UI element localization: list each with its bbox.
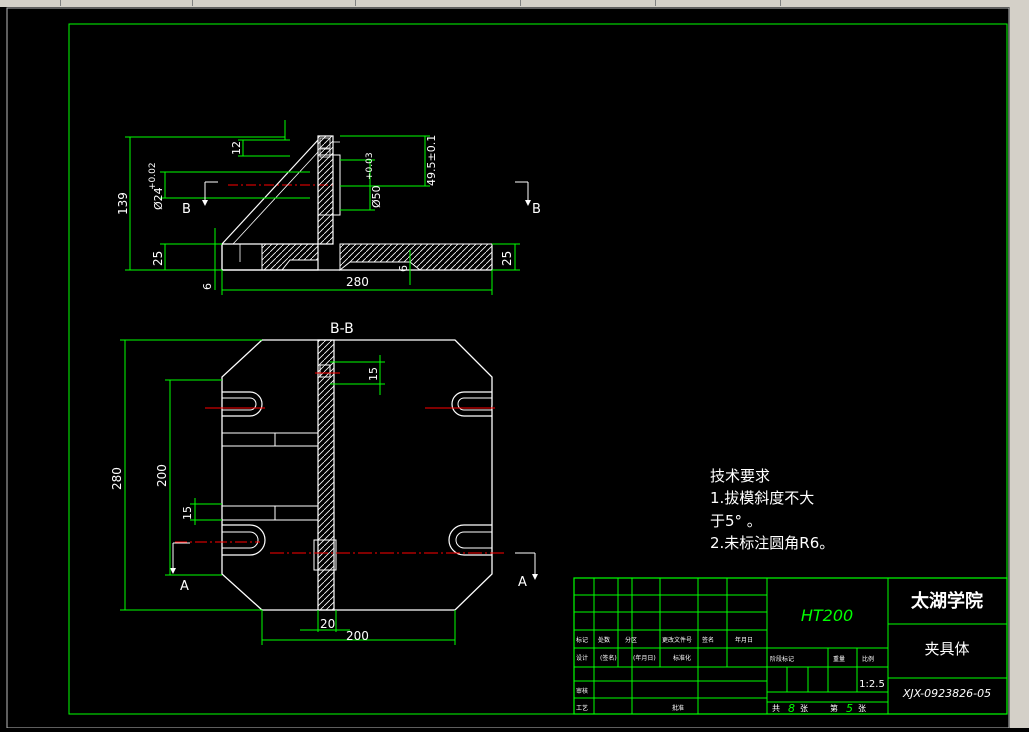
header-cell: 处数 [598,636,610,644]
dim-200-horizontal: 200 [346,629,369,643]
section-mark-b-right: B [532,202,541,217]
dim-diameter-24-tolerance: +0.02 [148,162,158,190]
design-row-cell: (签名) [600,654,617,662]
header-cell: 更改文件号 [662,636,692,644]
sheets-total-unit: 张 [800,704,808,713]
section-mark-a-right: A [518,575,527,590]
stage-header: 比例 [862,655,874,663]
dim-25-right: 25 [500,251,514,266]
drawing-number: XJX-0923826-05 [902,687,991,700]
header-cell: 分区 [625,636,637,644]
toolbar-segment[interactable] [0,0,61,6]
design-row-cell: (年月日) [633,654,656,662]
dim-200-vertical: 200 [155,464,169,487]
technical-notes: 技术要求 1.拔模斜度不大 于5° 。 2.未标注圆角R6。 [710,467,834,552]
notes-title: 技术要求 [710,467,770,485]
dim-20: 20 [320,617,335,631]
dim-15-top: 15 [367,367,380,381]
dim-6-right: 6 [397,265,410,272]
header-cell: 年月日 [735,636,753,644]
notes-line-2: 于5° 。 [710,512,762,530]
dim-49-5: 49.5±0.1 [425,135,438,186]
dim-12: 12 [230,141,243,155]
notes-line-3: 2.未标注圆角R6。 [710,534,834,552]
sheet-number-label: 第 [830,703,838,713]
header-cell: 标记 [576,636,588,644]
dim-6-left: 6 [201,283,214,290]
front-view: B B 139 25 Ø24 +0.02 12 Ø50 +0.03 49.5±0… [116,120,541,295]
toolbar-segment[interactable] [62,0,193,6]
section-mark-b-left: B [182,202,191,217]
school-name: 太湖学院 [911,590,983,612]
toolbar-segment[interactable] [205,0,356,6]
dim-diameter-50: Ø50 [370,185,383,208]
approve-label: 批准 [672,704,684,712]
sheets-total: 8 [788,702,795,715]
dim-15-bottom: 15 [181,506,194,520]
material-label: HT200 [801,606,853,625]
toolbar-strip [0,0,1029,7]
section-mark-a-left: A [180,579,189,594]
dim-139: 139 [116,192,130,215]
design-row-cell: 设计 [576,654,588,662]
section-title-bb: B-B [330,321,354,337]
dim-280-horizontal: 280 [346,275,369,289]
title-block-text: HT200 太湖学院 夹具体 XJX-0923826-05 1:2.5 共 8 … [576,590,991,715]
cad-drawing: B B 139 25 Ø24 +0.02 12 Ø50 +0.03 49.5±0… [6,7,1010,729]
sheet-border [6,7,1010,729]
review-label: 审核 [576,687,588,695]
drawing-canvas[interactable]: B B 139 25 Ø24 +0.02 12 Ø50 +0.03 49.5±0… [0,7,1010,729]
design-row-cell: 标准化 [673,654,691,662]
part-name: 夹具体 [924,640,969,658]
dim-25-left: 25 [151,251,165,266]
process-label: 工艺 [576,704,588,712]
section-bb-view: B-B A A 280 200 15 15 20 200 [110,321,538,645]
dim-280-vertical: 280 [110,467,124,490]
dim-diameter-50-tolerance: +0.03 [365,152,375,180]
scale-value: 1:2.5 [859,679,885,690]
toolbar-segment[interactable] [360,0,521,6]
stage-header: 重量 [833,655,845,663]
vertical-scrollbar[interactable] [1009,7,1029,728]
toolbar-segment[interactable] [660,0,781,6]
notes-line-1: 1.拔模斜度不大 [710,489,814,507]
header-cell: 签名 [702,636,714,644]
stage-header: 阶段标记 [770,655,794,663]
sheet-number-unit: 张 [858,704,866,713]
sheets-total-label: 共 [772,704,780,713]
toolbar-segment[interactable] [525,0,656,6]
sheet-number: 5 [846,702,853,715]
